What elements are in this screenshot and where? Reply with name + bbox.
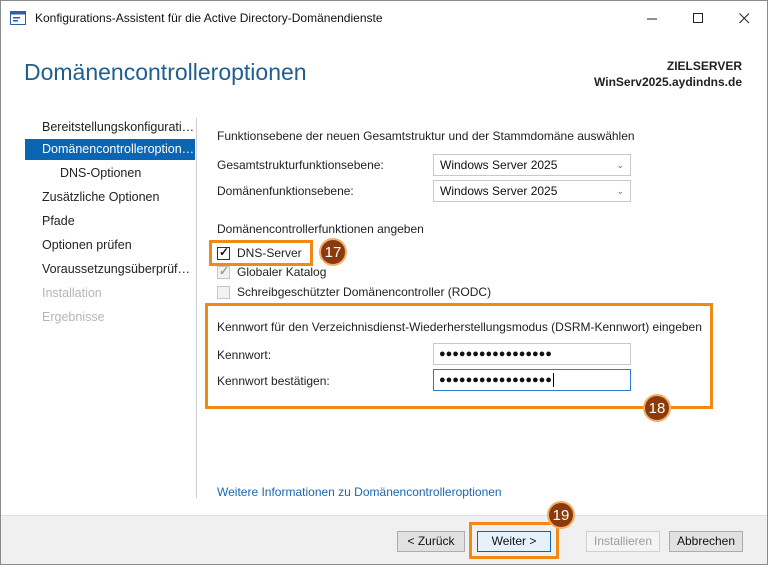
- highlight-dns-server: [209, 240, 313, 266]
- cancel-button[interactable]: Abbrechen: [669, 531, 743, 552]
- window-title: Konfigurations-Assistent für die Active …: [35, 11, 383, 25]
- nav-item-optionen-pruefen[interactable]: Optionen prüfen: [25, 235, 195, 256]
- domain-level-value: Windows Server 2025: [440, 184, 558, 198]
- nav-divider: [196, 118, 197, 498]
- chevron-down-icon: ⌄: [616, 186, 624, 196]
- page-title: Domänencontrolleroptionen: [24, 59, 307, 85]
- forest-level-select[interactable]: Windows Server 2025 ⌄: [433, 154, 631, 176]
- nav-item-ergebnisse: Ergebnisse: [42, 310, 105, 324]
- chevron-down-icon: ⌄: [616, 160, 624, 170]
- forest-level-value: Windows Server 2025: [440, 158, 558, 172]
- rodc-checkbox: [217, 285, 230, 299]
- global-catalog-label: Globaler Katalog: [237, 265, 327, 279]
- highlight-next-button: [469, 522, 559, 559]
- nav-item-installation: Installation: [42, 286, 102, 300]
- domain-level-label: Domänenfunktionsebene:: [217, 184, 354, 198]
- target-server-name: WinServ2025.aydindns.de: [594, 75, 742, 89]
- rodc-label: Schreibgeschützter Domänencontroller (RO…: [237, 285, 492, 299]
- maximize-button[interactable]: [675, 1, 721, 35]
- more-info-link[interactable]: Weitere Informationen zu Domänencontroll…: [217, 485, 502, 499]
- close-icon: [738, 12, 749, 23]
- nav-item-pfade[interactable]: Pfade: [25, 211, 195, 232]
- step-badge-17: 17: [319, 238, 347, 266]
- nav-item-dns-optionen[interactable]: DNS-Optionen: [25, 163, 195, 184]
- nav-item-voraussetzungsueberpruefung[interactable]: Voraussetzungsüberprüfung: [25, 259, 195, 280]
- dc-heading: Domänencontrollerfunktionen angeben: [217, 222, 424, 236]
- level-heading: Funktionsebene der neuen Gesamtstruktur …: [217, 129, 635, 143]
- install-button: Installieren: [586, 531, 660, 552]
- title-bar: Konfigurations-Assistent für die Active …: [1, 1, 767, 35]
- minimize-button[interactable]: [629, 1, 675, 35]
- back-button[interactable]: < Zurück: [397, 531, 465, 552]
- target-server-label: ZIELSERVER: [666, 59, 742, 73]
- nav-item-zusaetzliche-optionen[interactable]: Zusätzliche Optionen: [25, 187, 195, 208]
- wizard-window: Konfigurations-Assistent für die Active …: [0, 0, 768, 565]
- target-server-info: ZIELSERVER WinServ2025.aydindns.de: [594, 58, 742, 90]
- highlight-dsrm-section: [205, 303, 713, 409]
- close-button[interactable]: [721, 1, 767, 35]
- domain-level-select[interactable]: Windows Server 2025 ⌄: [433, 180, 631, 202]
- maximize-icon: [692, 12, 703, 23]
- global-catalog-checkbox: ✓: [217, 264, 230, 279]
- step-badge-19: 19: [547, 501, 575, 529]
- forest-level-label: Gesamtstrukturfunktionsebene:: [217, 158, 384, 172]
- server-manager-icon: [10, 11, 26, 25]
- nav-item-bereitstellungskonfiguration[interactable]: Bereitstellungskonfiguration: [25, 117, 195, 138]
- rodc-option: Schreibgeschützter Domänencontroller (RO…: [217, 283, 491, 301]
- minimize-icon: [646, 18, 657, 19]
- step-badge-18: 18: [643, 394, 671, 422]
- nav-item-domaenencontrolleroptionen[interactable]: Domänencontrolleroptionen: [25, 139, 195, 160]
